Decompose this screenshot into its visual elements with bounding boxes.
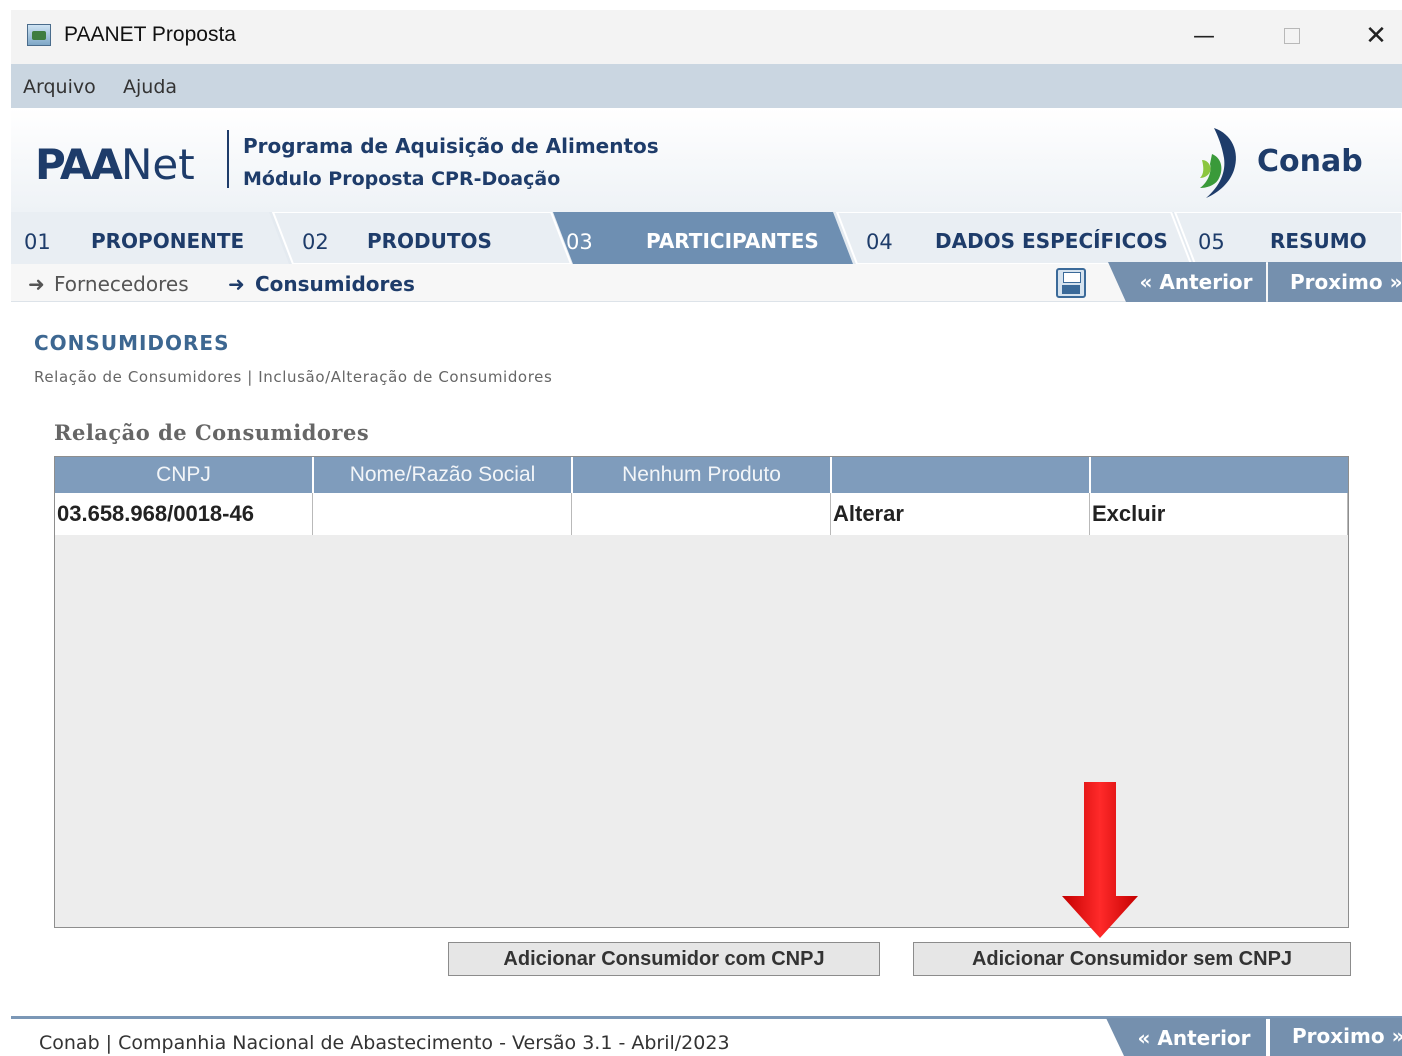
- minimize-button[interactable]: —: [1181, 18, 1227, 54]
- section-title: CONSUMIDORES: [34, 331, 230, 355]
- menu-ajuda[interactable]: Ajuda: [123, 76, 177, 98]
- cell-cnpj: 03.658.968/0018-46: [55, 493, 313, 535]
- tab-proponente-label: PROPONENTE: [91, 229, 245, 253]
- next-label: Proximo: [1290, 270, 1383, 294]
- app-icon: [27, 24, 51, 46]
- logo-paa: PAA: [35, 140, 123, 189]
- tab-participantes-label: PARTICIPANTES: [646, 229, 819, 253]
- column-header-produto[interactable]: Nenhum Produto: [573, 457, 832, 493]
- alterar-link[interactable]: Alterar: [831, 493, 1090, 535]
- maximize-icon: [1284, 28, 1300, 44]
- next-button-top[interactable]: Proximo »: [1280, 262, 1402, 302]
- arrow-right-icon: ➜: [228, 272, 245, 296]
- column-header-cnpj[interactable]: CNPJ: [55, 457, 314, 493]
- module-title: Módulo Proposta CPR-Doação: [243, 168, 561, 190]
- cell-produto: [572, 493, 831, 535]
- save-icon[interactable]: [1056, 268, 1086, 298]
- table-title: Relação de Consumidores: [54, 420, 370, 445]
- column-header-excluir[interactable]: [1091, 457, 1348, 493]
- add-consumer-with-cnpj-button[interactable]: Adicionar Consumidor com CNPJ: [448, 942, 880, 976]
- minimize-icon: —: [1193, 23, 1215, 49]
- tab-dados-especificos-label: DADOS ESPECÍFICOS: [935, 229, 1168, 253]
- prev-label: Anterior: [1159, 270, 1253, 294]
- tab-produtos-label: PRODUTOS: [367, 229, 492, 253]
- column-header-nome[interactable]: Nome/Razão Social: [314, 457, 573, 493]
- tab-resumo-label: RESUMO: [1270, 229, 1367, 253]
- double-chevron-right-icon: »: [1382, 270, 1402, 294]
- double-chevron-left-icon: «: [1137, 1026, 1158, 1050]
- conab-logo-text: Conab: [1257, 144, 1363, 179]
- logo-separator: [227, 130, 229, 188]
- add-consumer-without-cnpj-button[interactable]: Adicionar Consumidor sem CNPJ: [913, 942, 1351, 976]
- next-label: Proximo: [1292, 1024, 1385, 1048]
- red-down-arrow: [1062, 782, 1138, 938]
- tab-proponente-number: 01: [24, 230, 51, 254]
- menu-arquivo[interactable]: Arquivo: [23, 76, 96, 98]
- prev-button-bottom[interactable]: « Anterior: [1124, 1020, 1264, 1056]
- program-title: Programa de Aquisição de Alimentos: [243, 134, 659, 158]
- tab-participantes-number: 03: [566, 230, 593, 254]
- excluir-link[interactable]: Excluir: [1090, 493, 1348, 535]
- menu-bar: Arquivo Ajuda: [11, 64, 1402, 108]
- cell-nome: [313, 493, 572, 535]
- title-bar: PAANET Proposta — ✕: [11, 10, 1402, 64]
- logo-net: Net: [120, 140, 195, 189]
- close-button[interactable]: ✕: [1353, 18, 1399, 54]
- maximize-button[interactable]: [1269, 18, 1315, 54]
- next-button-bottom[interactable]: Proximo »: [1282, 1018, 1402, 1054]
- subnav-fornecedores-label: Fornecedores: [54, 272, 189, 296]
- close-icon: ✕: [1365, 21, 1387, 51]
- prev-label: Anterior: [1157, 1026, 1251, 1050]
- subnav-consumidores-label: Consumidores: [255, 272, 415, 296]
- window-title: PAANET Proposta: [64, 23, 236, 46]
- section-subtitle: Relação de Consumidores | Inclusão/Alter…: [34, 368, 553, 386]
- footer-text: Conab | Companhia Nacional de Abastecime…: [39, 1032, 730, 1054]
- tab-produtos-number: 02: [302, 230, 329, 254]
- column-header-alterar[interactable]: [832, 457, 1091, 493]
- double-chevron-right-icon: »: [1385, 1024, 1402, 1048]
- paanet-logo: PAANet: [35, 140, 195, 189]
- tab-dados-especificos-number: 04: [866, 230, 893, 254]
- consumers-table: CNPJ Nome/Razão Social Nenhum Produto 03…: [54, 456, 1349, 928]
- tab-resumo-number: 05: [1198, 230, 1225, 254]
- prev-button-top[interactable]: « Anterior: [1126, 262, 1266, 302]
- table-row[interactable]: 03.658.968/0018-46 Alterar Excluir: [55, 493, 1348, 535]
- conab-logo-icon: [1200, 128, 1236, 198]
- double-chevron-left-icon: «: [1139, 270, 1160, 294]
- table-header: CNPJ Nome/Razão Social Nenhum Produto: [55, 457, 1348, 493]
- arrow-right-icon: ➜: [28, 272, 45, 296]
